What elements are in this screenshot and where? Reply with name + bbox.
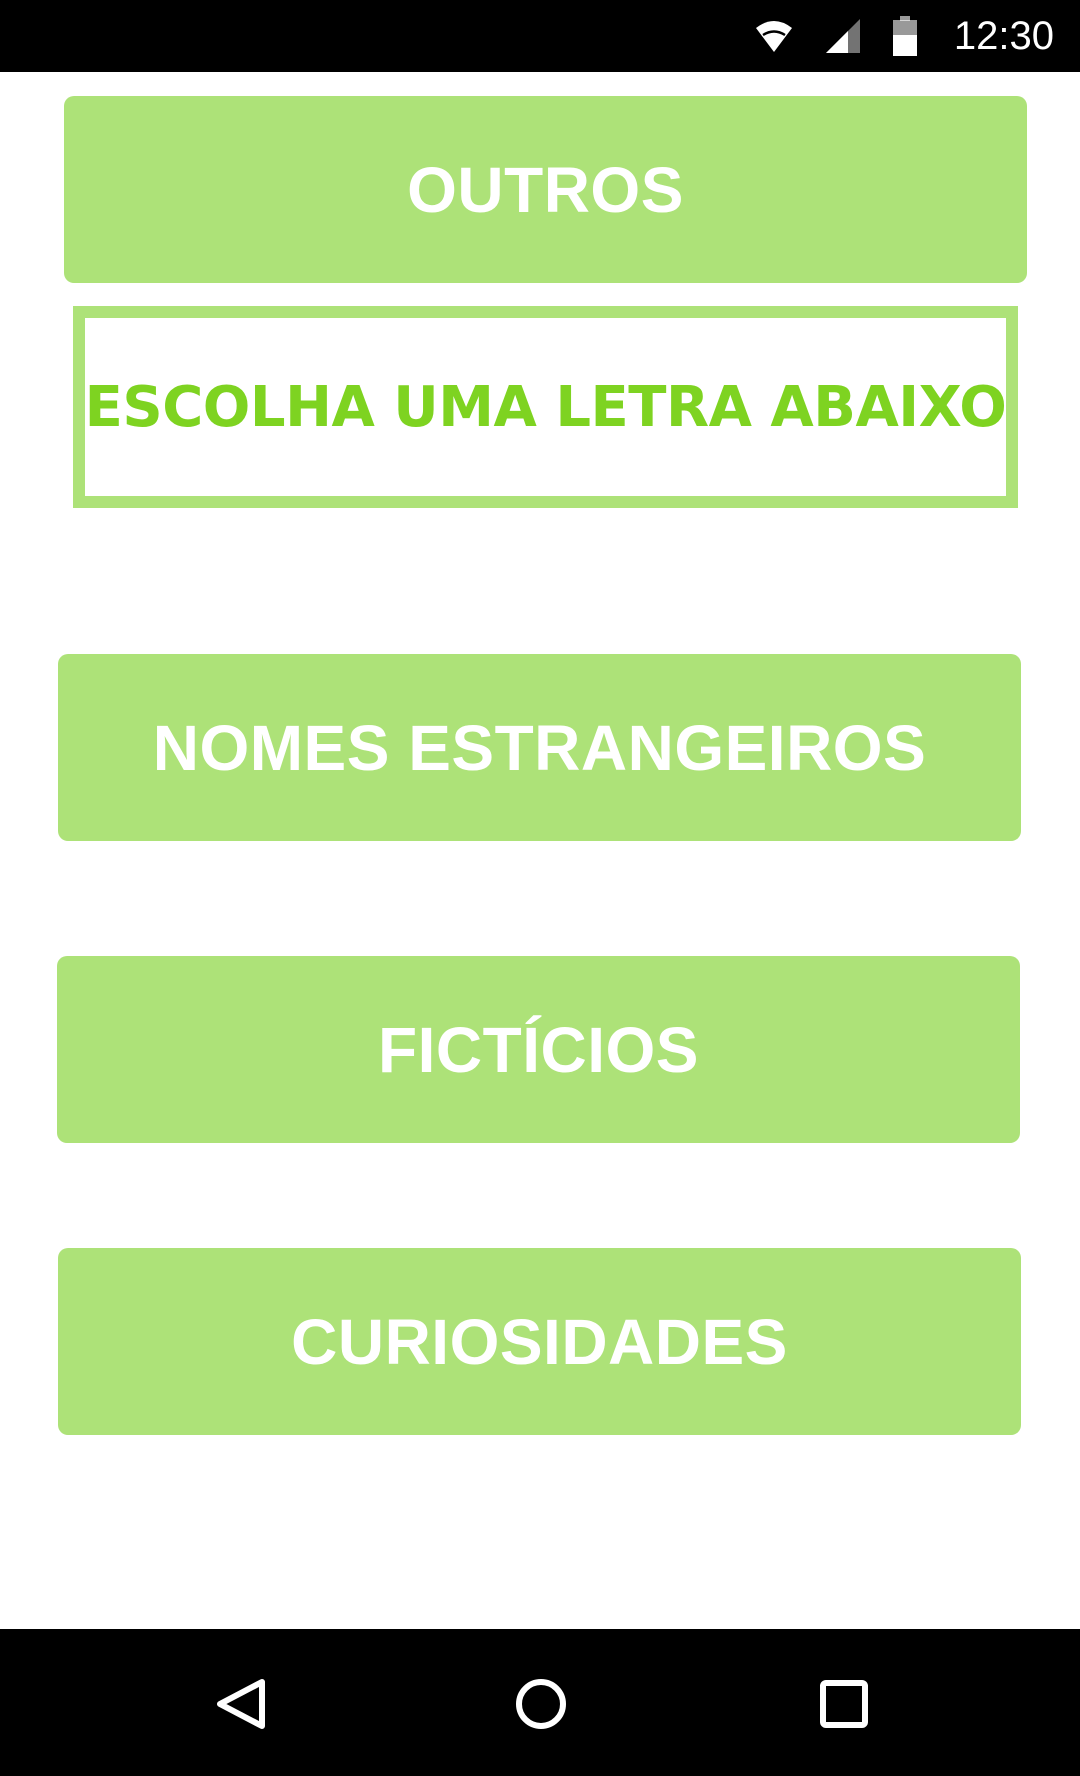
- ficticios-button[interactable]: FICTÍCIOS: [57, 956, 1020, 1143]
- status-time: 12:30: [953, 14, 1054, 58]
- wifi-icon: [755, 21, 792, 52]
- navigation-bar: [0, 1629, 1080, 1776]
- status-icons: 12:30: [754, 0, 1054, 72]
- main-content: OUTROS ESCOLHA UMA LETRA ABAIXO NOMES ES…: [0, 72, 1080, 1629]
- back-icon: [217, 1679, 265, 1729]
- instruction-box: ESCOLHA UMA LETRA ABAIXO: [73, 306, 1018, 508]
- battery-icon: [892, 16, 917, 56]
- recents-button[interactable]: [799, 1659, 889, 1749]
- signal-icon: [825, 19, 860, 53]
- curiosidades-button[interactable]: CURIOSIDADES: [58, 1248, 1021, 1435]
- home-icon: [516, 1679, 566, 1729]
- outros-button[interactable]: OUTROS: [64, 96, 1027, 283]
- home-button[interactable]: [496, 1659, 586, 1749]
- back-button[interactable]: [195, 1659, 285, 1749]
- recents-icon: [820, 1680, 868, 1728]
- nomes-estrangeiros-button[interactable]: NOMES ESTRANGEIROS: [58, 654, 1021, 841]
- instruction-text: ESCOLHA UMA LETRA ABAIXO: [84, 374, 1007, 440]
- status-bar: 12:30: [0, 0, 1080, 72]
